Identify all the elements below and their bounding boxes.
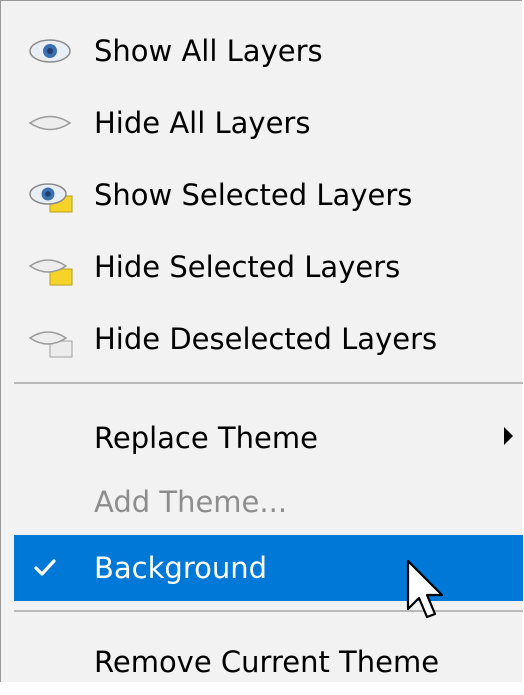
eye-open-icon [14, 18, 94, 84]
menu-item-label: Show Selected Layers [94, 178, 413, 212]
eye-closed-icon [14, 90, 94, 156]
menu-item-label: Hide Selected Layers [94, 250, 401, 284]
menu-item-replace-theme[interactable]: Replace Theme [14, 405, 523, 471]
menu-item-remove-current-theme[interactable]: Remove Current Theme [14, 629, 523, 695]
menu-item-label: Remove Current Theme [94, 645, 440, 679]
mouse-pointer-icon [406, 559, 444, 619]
menu-item-hide-selected-layers[interactable]: Hide Selected Layers [14, 234, 523, 300]
menu-item-show-all-layers[interactable]: Show All Layers [14, 18, 523, 84]
menu-item-label: Hide All Layers [94, 106, 311, 140]
menu-item-label: Replace Theme [94, 421, 318, 455]
menu-item-add-theme: Add Theme... [14, 469, 523, 535]
menu-item-hide-all-layers[interactable]: Hide All Layers [14, 90, 523, 156]
checkmark-icon [34, 559, 56, 576]
eye-open-selected-icon [14, 162, 94, 228]
eye-closed-selected-icon [14, 234, 94, 300]
menu-item-label: Add Theme... [94, 485, 288, 519]
eye-closed-deselected-icon [14, 306, 94, 372]
menu-item-label: Show All Layers [94, 34, 323, 68]
menu-separator [14, 382, 523, 384]
menu-item-hide-deselected-layers[interactable]: Hide Deselected Layers [14, 306, 523, 372]
menu-item-show-selected-layers[interactable]: Show Selected Layers [14, 162, 523, 228]
menu-item-label: Hide Deselected Layers [94, 322, 438, 356]
chevron-right-icon [504, 427, 513, 445]
menu-item-label: Background [94, 551, 268, 585]
context-menu: Show All Layers Hide All Layers Show Sel… [0, 0, 523, 682]
